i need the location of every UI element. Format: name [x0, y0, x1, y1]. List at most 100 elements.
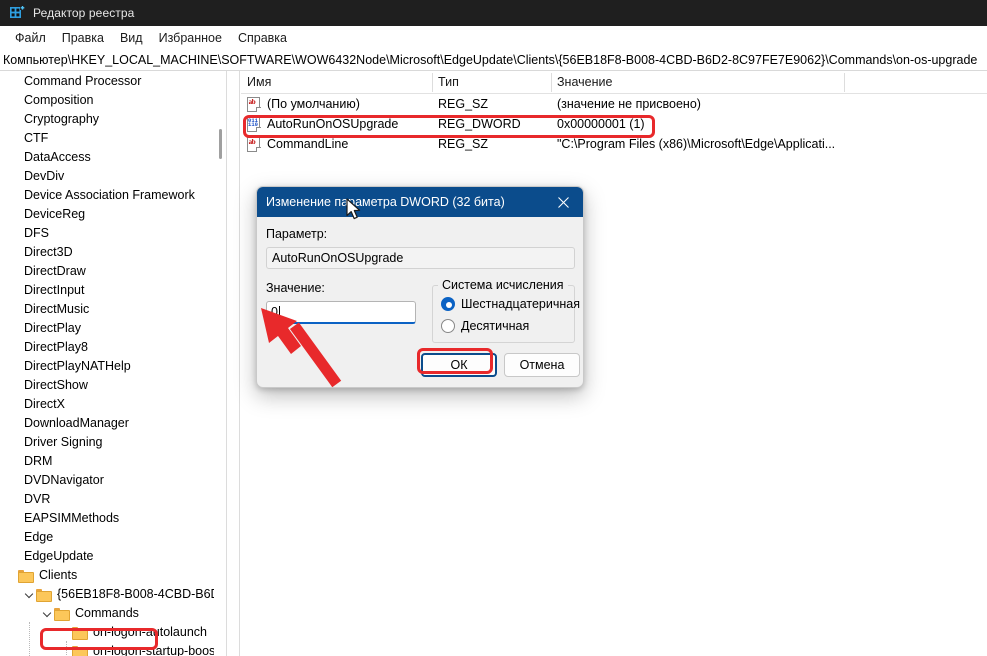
tree-item[interactable]: DVR [0, 489, 214, 508]
address-bar[interactable]: Компьютер\HKEY_LOCAL_MACHINE\SOFTWARE\WO… [0, 49, 987, 71]
registry-editor-window: Редактор реестра Файл Правка Вид Избранн… [0, 0, 987, 656]
tree-item-label: Edge [24, 529, 54, 544]
registry-tree-panel[interactable]: Command Processor Composition Cryptography… [0, 71, 226, 656]
tree-item[interactable]: on-logon-autolaunch [0, 622, 214, 641]
menu-item-view[interactable]: Вид [112, 29, 151, 47]
panel-splitter[interactable] [226, 71, 240, 656]
tree-item[interactable]: DirectDraw [0, 261, 214, 280]
tree-item[interactable]: DataAccess [0, 147, 214, 166]
tree-item[interactable]: Driver Signing [0, 432, 214, 451]
menu-item-help[interactable]: Справка [230, 29, 295, 47]
menu-bar: Файл Правка Вид Избранное Справка [0, 26, 987, 49]
tree-item-label: on-logon-autolaunch [93, 624, 207, 639]
tree-item-label: Commands [75, 605, 139, 620]
value-data-text: 0 [271, 305, 278, 319]
tree-item[interactable]: DownloadManager [0, 413, 214, 432]
menu-item-favorites[interactable]: Избранное [151, 29, 230, 47]
tree-guide-line [66, 649, 76, 650]
text-caret [278, 305, 280, 319]
radio-decimal[interactable]: Десятичная [441, 319, 529, 333]
tree-item[interactable]: Direct3D [0, 242, 214, 261]
radix-groupbox-title: Система исчисления [438, 278, 568, 292]
cell-value: 0x00000001 (1) [557, 117, 645, 131]
menu-item-edit[interactable]: Правка [54, 29, 112, 47]
tree-item[interactable]: CTF [0, 128, 214, 147]
tree-item[interactable]: EAPSIMMethods [0, 508, 214, 527]
tree-item[interactable]: Cryptography [0, 109, 214, 128]
close-icon[interactable] [543, 187, 583, 217]
cell-type: REG_SZ [438, 137, 489, 151]
tree-scrollbar[interactable] [214, 71, 226, 656]
value-data-label: Значение: [266, 281, 325, 295]
tree-item-label: DirectPlay [24, 320, 81, 335]
tree-item[interactable]: DevDiv [0, 166, 214, 185]
tree-item-label: DVR [24, 491, 51, 506]
tree-item-label: {56EB18F8-B008-4CBD-B6D2-8C97F [57, 586, 226, 601]
tree-item[interactable]: Commands [0, 603, 214, 622]
dialog-body: Параметр: AutoRunOnOSUpgrade Значение: 0… [257, 217, 583, 387]
tree-item-label: Driver Signing [24, 434, 103, 449]
tree-item-label: DevDiv [24, 168, 65, 183]
tree-item[interactable]: DRM [0, 451, 214, 470]
radio-decimal-label: Десятичная [461, 319, 530, 333]
tree-item[interactable]: DirectShow [0, 375, 214, 394]
chevron-down-icon[interactable] [40, 603, 54, 622]
tree-item[interactable]: DVDNavigator [0, 470, 214, 489]
tree-item-label: Command Processor [24, 73, 142, 88]
tree-guide-line [29, 622, 30, 656]
radio-hexadecimal[interactable]: Шестнадцатеричная [441, 297, 580, 311]
string-value-icon: ab [247, 96, 261, 112]
value-name: CommandLine [267, 137, 349, 151]
tree-item-label: DRM [24, 453, 53, 468]
tree-item[interactable]: DirectPlay [0, 318, 214, 337]
tree-item-label: DirectShow [24, 377, 88, 392]
tree-item[interactable]: DirectMusic [0, 299, 214, 318]
cancel-button[interactable]: Отмена [504, 353, 580, 377]
tree-item[interactable]: DirectPlay8 [0, 337, 214, 356]
value-data-input[interactable]: 0 [266, 301, 416, 324]
menu-item-file[interactable]: Файл [7, 29, 54, 47]
tree-item[interactable]: EdgeUpdate [0, 546, 214, 565]
tree-item-label: EdgeUpdate [24, 548, 94, 563]
registry-editor-icon [9, 5, 25, 21]
string-value-icon: ab [247, 136, 261, 152]
table-row[interactable]: ab (По умолчанию) REG_SZ (значение не присв… [241, 94, 987, 114]
table-row[interactable]: 011 110 AutoRunOnOSUpgrade REG_DWORD 0x0000… [241, 114, 987, 134]
value-name: (По умолчанию) [267, 97, 360, 111]
chevron-down-icon[interactable] [22, 584, 36, 603]
param-name-field[interactable]: AutoRunOnOSUpgrade [266, 247, 575, 269]
tree-item-label: DirectPlayNATHelp [24, 358, 131, 373]
tree-item[interactable]: DirectX [0, 394, 214, 413]
folder-icon [54, 607, 70, 621]
tree-item[interactable]: on-logon-startup-boost [0, 641, 219, 656]
table-row[interactable]: ab CommandLine REG_SZ "C:\Program Files (x8… [241, 134, 987, 154]
tree-item[interactable]: DirectPlayNATHelp [0, 356, 214, 375]
folder-icon [36, 588, 52, 602]
tree-item-label: DirectInput [24, 282, 85, 297]
cell-type: REG_SZ [438, 97, 489, 111]
folder-icon [72, 645, 88, 656]
column-header-value[interactable]: Значение [551, 71, 844, 93]
tree-item[interactable]: {56EB18F8-B008-4CBD-B6D2-8C97F [0, 584, 226, 603]
tree-item-label: DirectX [24, 396, 65, 411]
tree-item-label: DirectPlay8 [24, 339, 88, 354]
tree-item[interactable]: DFS [0, 223, 214, 242]
tree-item-label: CTF [24, 130, 49, 145]
tree-scrollbar-thumb[interactable] [219, 129, 222, 159]
radio-decimal-indicator [441, 319, 455, 333]
tree-item[interactable]: Device Association Framework [0, 185, 214, 204]
tree-item[interactable]: Edge [0, 527, 214, 546]
column-separator-3[interactable] [844, 73, 845, 92]
tree-item-label: DirectMusic [24, 301, 90, 316]
tree-item[interactable]: DirectInput [0, 280, 214, 299]
column-header-name[interactable]: Имя [241, 71, 432, 93]
folder-icon [18, 569, 34, 583]
column-header-type[interactable]: Тип [432, 71, 551, 93]
tree-item[interactable]: Command Processor [0, 71, 214, 90]
ok-button[interactable]: ОК [421, 353, 497, 377]
dialog-title: Изменение параметра DWORD (32 бита) [266, 195, 505, 209]
tree-item[interactable]: Composition [0, 90, 214, 109]
address-path: Компьютер\HKEY_LOCAL_MACHINE\SOFTWARE\WO… [3, 52, 978, 67]
tree-item[interactable]: DeviceReg [0, 204, 214, 223]
tree-item[interactable]: Clients [0, 565, 214, 584]
